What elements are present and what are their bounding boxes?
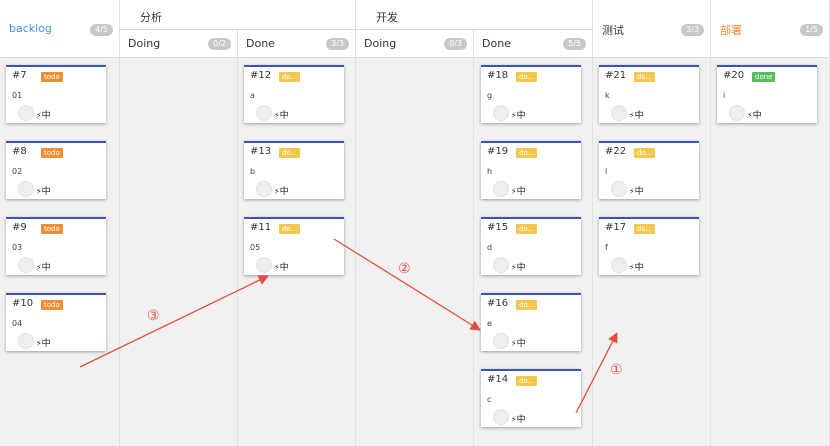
annotation-label-3: ③ — [147, 308, 160, 324]
annotation-label-2: ② — [398, 261, 411, 277]
annotation-overlay: ③ ② ① — [79, 238, 623, 414]
annotation-label-1: ① — [610, 362, 623, 378]
kanban-board: backlog 4/5 分析 Doing 0/2 Done 3/3 开发 Doi… — [0, 0, 830, 446]
arrow-2 — [333, 238, 481, 331]
arrow-3 — [79, 275, 269, 368]
